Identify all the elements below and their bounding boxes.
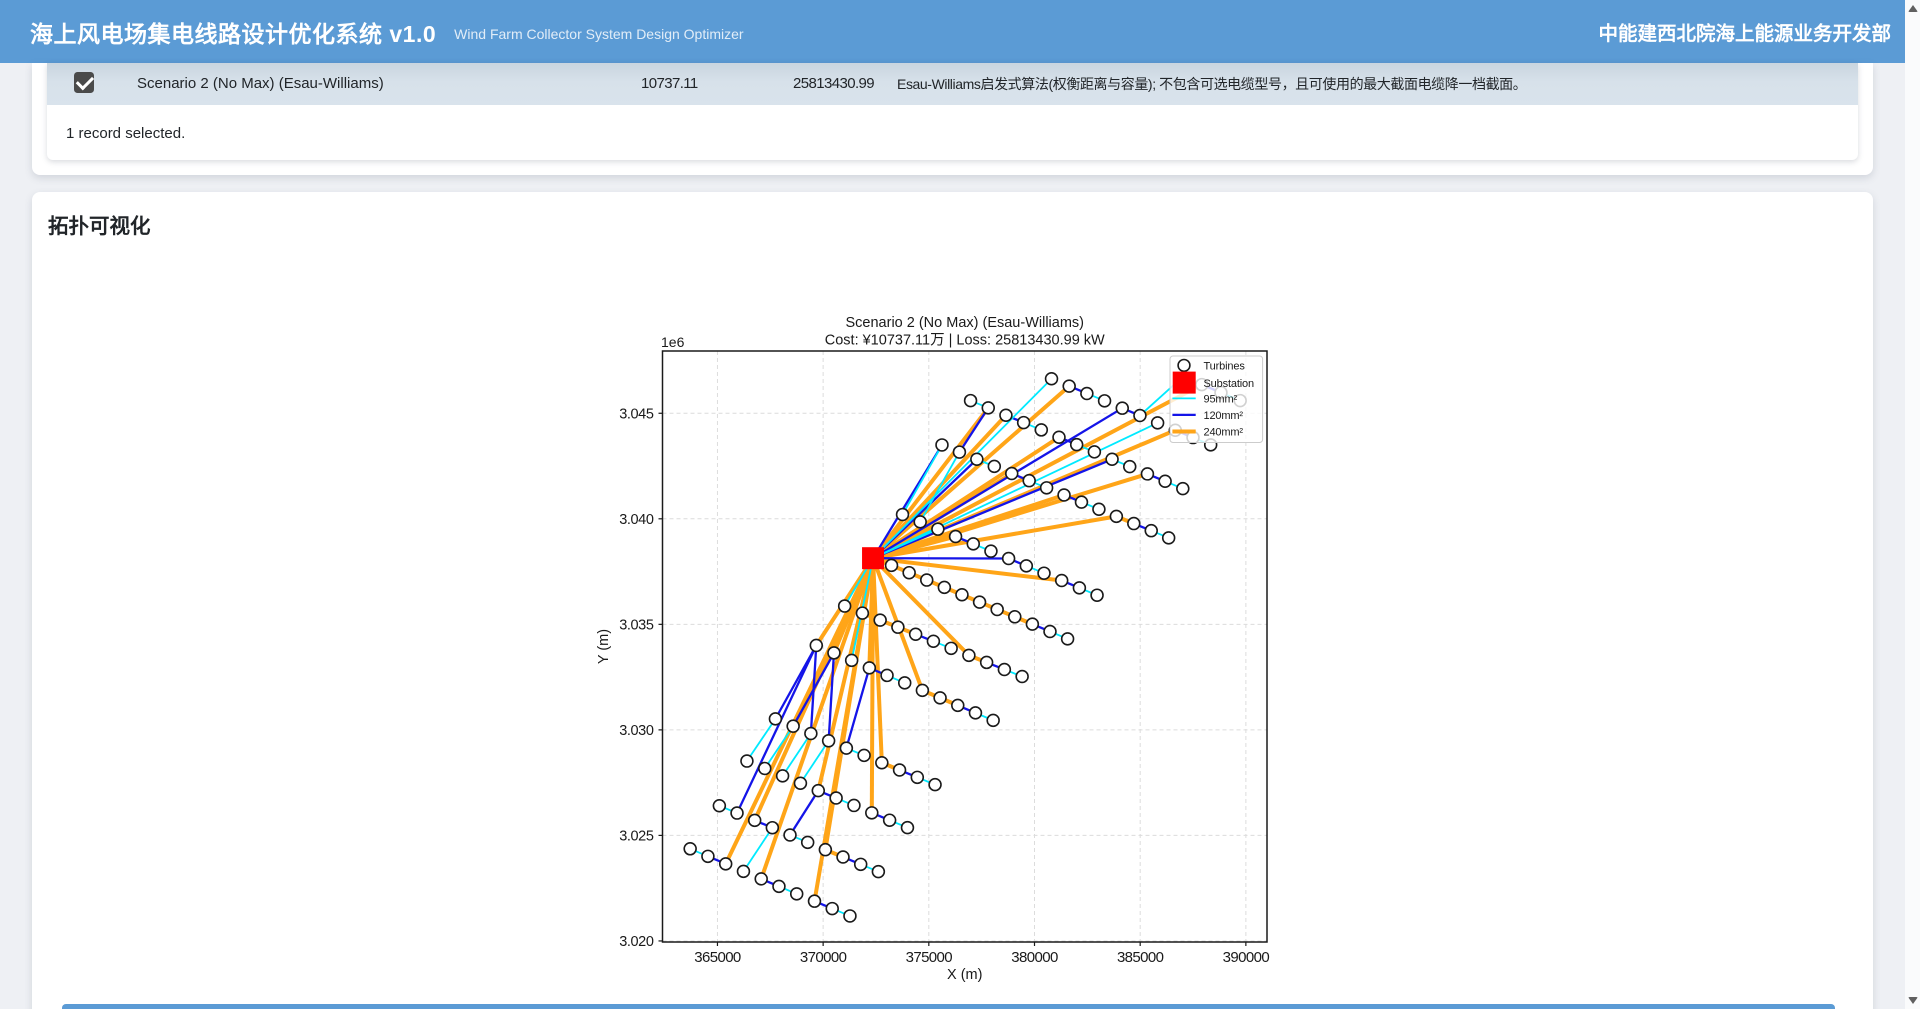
scrollbar-up-icon[interactable]	[1905, 0, 1920, 15]
scrollbar-down-icon[interactable]	[1905, 994, 1920, 1009]
scenario-name: Scenario 2 (No Max) (Esau-Williams)	[137, 63, 384, 105]
app-title: 海上风电场集电线路设计优化系统 v1.0	[30, 15, 436, 49]
section-title: 拓扑可视化	[48, 209, 151, 239]
app-header: 海上风电场集电线路设计优化系统 v1.0 Wind Farm Collector…	[0, 0, 1905, 63]
app-subtitle: Wind Farm Collector System Design Optimi…	[454, 26, 743, 42]
selection-status: 1 record selected.	[66, 105, 185, 160]
topology-card: 拓扑可视化	[32, 192, 1873, 1009]
row-checkbox[interactable]	[74, 72, 94, 93]
app-header-content: 海上风电场集电线路设计优化系统 v1.0 Wind Farm Collector…	[0, 0, 1905, 63]
scenario-cost: 10737.11	[641, 63, 698, 105]
scenario-row[interactable]: Scenario 2 (No Max) (Esau-Williams) 1073…	[47, 63, 1858, 105]
bottom-section-bar	[62, 1004, 1835, 1009]
page-scrollbar[interactable]	[1905, 0, 1920, 1009]
results-table: Scenario 2 (No Max) (Esau-Williams) 1073…	[47, 63, 1858, 160]
scenario-desc: Esau-Williams启发式算法(权衡距离与容量); 不包含可选电缆型号，且…	[897, 63, 1526, 105]
app-org: 中能建西北院海上能源业务开发部	[1598, 17, 1891, 46]
results-card: Scenario 2 (No Max) (Esau-Williams) 1073…	[32, 63, 1873, 175]
scenario-loss: 25813430.99	[793, 63, 874, 105]
